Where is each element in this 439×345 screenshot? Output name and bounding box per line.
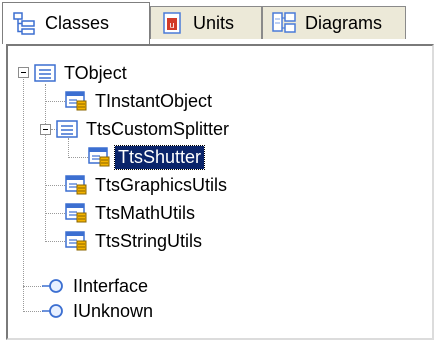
tab-units[interactable]: u Units <box>150 6 262 39</box>
tree-item[interactable]: TtsCustomSplitter <box>55 115 232 143</box>
tree-connector <box>45 241 65 243</box>
tree-item[interactable]: TObject <box>33 59 130 87</box>
unit-icon: u <box>159 10 185 36</box>
tree-item[interactable]: TtsGraphicsUtils <box>64 171 230 199</box>
tree-item[interactable]: IInterface <box>42 272 151 300</box>
class-unit-icon <box>64 202 88 224</box>
tree-item[interactable]: TInstantObject <box>64 87 215 115</box>
tab-diagrams-label: Diagrams <box>305 12 383 33</box>
collapse-toggle[interactable] <box>18 67 29 78</box>
tree-item-label: IInterface <box>73 275 149 296</box>
class-unit-icon <box>64 230 88 252</box>
class-unit-icon <box>64 90 88 112</box>
tree-item-label: IUnknown <box>73 300 154 321</box>
tree-item-label: TtsStringUtils <box>95 230 203 251</box>
tab-diagrams[interactable]: Diagrams <box>262 6 406 39</box>
class-list-icon <box>55 118 79 140</box>
class-unit-icon <box>87 146 111 168</box>
tree-item[interactable]: TtsStringUtils <box>64 227 205 255</box>
tree-connector <box>45 101 65 103</box>
collapse-toggle[interactable] <box>40 124 51 135</box>
tree-connector <box>68 157 88 159</box>
tree-item-label: TtsMathUtils <box>95 202 196 223</box>
tree-connector <box>45 185 65 187</box>
tree-item-label: TtsShutter <box>113 144 206 170</box>
tree-item-selected[interactable]: TtsShutter <box>87 143 206 171</box>
svg-text:u: u <box>170 20 175 30</box>
tree-connector <box>23 311 43 313</box>
tree-item-label: TObject <box>64 62 127 83</box>
tab-classes-label: Classes <box>45 13 110 33</box>
tab-strip: u Units Diagrams Classes <box>0 0 439 46</box>
tree-item[interactable]: IUnknown <box>42 297 156 325</box>
tree-connector <box>23 72 25 312</box>
tree-item[interactable]: TtsMathUtils <box>64 199 198 227</box>
tree-connector <box>45 213 65 215</box>
diagram-icon <box>271 10 297 36</box>
tree-connector <box>23 286 43 288</box>
class-browser-panel: u Units Diagrams Classes TObject TInstan… <box>0 0 439 345</box>
class-tree-icon <box>11 11 37 37</box>
tab-classes[interactable]: Classes <box>2 2 150 44</box>
tree-item-label: TtsCustomSplitter <box>86 118 230 139</box>
tree-item-label: TInstantObject <box>95 90 213 111</box>
tree-item-label: TtsGraphicsUtils <box>95 174 228 195</box>
class-unit-icon <box>64 174 88 196</box>
tab-units-label: Units <box>193 12 235 33</box>
class-tree[interactable]: TObject TInstantObject TtsCustomSplitter… <box>6 44 434 340</box>
tree-connector <box>45 84 47 242</box>
class-list-icon <box>33 62 57 84</box>
interface-icon <box>42 275 66 297</box>
interface-icon <box>42 300 66 322</box>
